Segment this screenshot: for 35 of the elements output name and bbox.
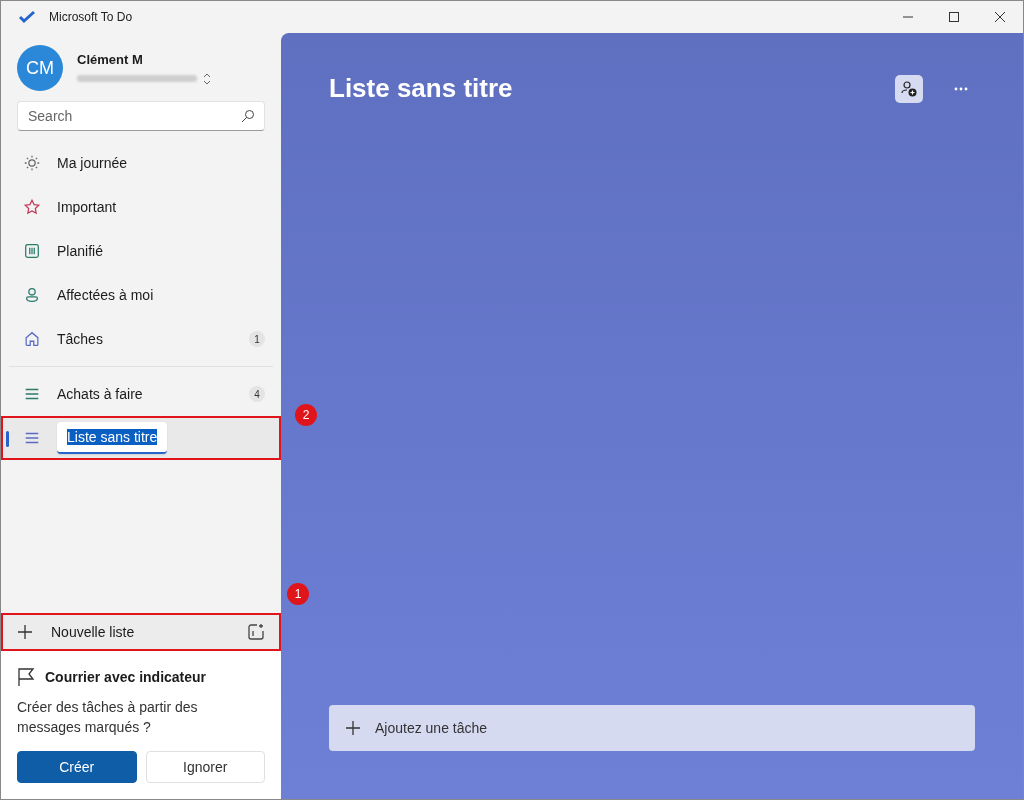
count-badge: 4 — [249, 386, 265, 402]
add-task-field[interactable]: Ajoutez une tâche — [329, 705, 975, 751]
sidebar-item[interactable]: Important — [1, 185, 281, 229]
sun-icon — [23, 154, 41, 172]
sidebar-item[interactable]: Tâches 1 — [1, 317, 281, 361]
add-person-icon — [900, 79, 918, 98]
rename-field[interactable]: Liste sans titre — [57, 422, 168, 454]
more-icon — [954, 86, 968, 91]
plus-icon — [17, 624, 33, 640]
chevron-updown-icon[interactable] — [203, 72, 211, 85]
card-title: Courrier avec indicateur — [45, 669, 207, 685]
avatar[interactable]: CM — [17, 45, 63, 91]
maximize-icon — [949, 12, 959, 22]
close-icon — [995, 12, 1005, 22]
calendar-icon — [23, 242, 41, 260]
person-icon — [23, 286, 41, 304]
account-name: Clément M — [77, 51, 144, 67]
share-button[interactable] — [895, 74, 923, 103]
checkmark-logo-icon — [19, 10, 35, 24]
search-icon[interactable] — [241, 109, 255, 123]
count-badge: 1 — [249, 331, 265, 347]
home-icon — [23, 330, 41, 348]
search-field[interactable]: Search — [17, 101, 265, 131]
sidebar-item[interactable]: Ma journée — [1, 141, 281, 185]
new-group-icon[interactable] — [247, 623, 265, 641]
window-title: Microsoft To Do — [49, 10, 134, 24]
sidebar-item[interactable]: Affectées à moi — [1, 273, 281, 317]
flag-icon — [17, 667, 35, 687]
create-button[interactable]: Créer — [17, 751, 137, 783]
ignore-button[interactable]: Ignorer — [145, 751, 265, 783]
sidebar-item[interactable]: Planifié — [1, 229, 281, 273]
list-title: Liste sans titre — [329, 73, 514, 104]
star-icon — [23, 198, 41, 216]
plus-icon — [345, 720, 361, 736]
card-text: Créer des tâches à partir des messages marqués ? — [17, 698, 199, 737]
